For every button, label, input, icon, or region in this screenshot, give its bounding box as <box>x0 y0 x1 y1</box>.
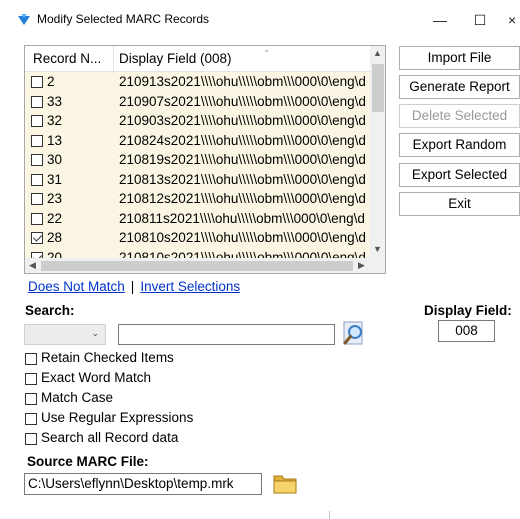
row-checkbox[interactable] <box>31 173 43 186</box>
display-field-value: 210811s2021\\\\ohu\\\\\obm\\\000\0\eng\d <box>119 210 365 226</box>
column-divider[interactable] <box>113 46 114 72</box>
option-label: Use Regular Expressions <box>41 410 194 425</box>
column-header-record[interactable]: Record N... <box>33 51 101 66</box>
list-rows: 2 210913s2021\\\\ohu\\\\\obm\\\000\0\eng\… <box>25 72 370 267</box>
dialog-body: Record N... Display Field (008) ⌄ 2 21091… <box>0 40 520 519</box>
export-selected-button[interactable]: Export Selected <box>399 163 520 187</box>
record-number: 2 <box>47 74 55 89</box>
option-checkbox[interactable] <box>25 413 37 425</box>
display-field-value: 210903s2021\\\\ohu\\\\\obm\\\000\0\eng\d <box>119 113 366 128</box>
search-input[interactable] <box>118 324 335 345</box>
folder-icon[interactable] <box>271 470 299 496</box>
marc-app-icon <box>18 14 30 25</box>
table-row[interactable]: 33 210907s2021\\\\ohu\\\\\obm\\\000\0\eng… <box>25 92 370 112</box>
row-checkbox[interactable] <box>31 115 43 127</box>
display-field-value: 210812s2021\\\\ohu\\\\\obm\\\000\0\eng\d <box>119 191 366 206</box>
table-row[interactable]: 22 210811s2021\\\\ohu\\\\\obm\\\000\0\eng… <box>25 209 370 229</box>
generate-report-button[interactable]: Generate Report <box>399 75 520 99</box>
record-number: 22 <box>47 210 63 226</box>
exit-button[interactable]: Exit <box>399 192 520 216</box>
vertical-scroll-thumb[interactable] <box>372 64 384 112</box>
row-checkbox[interactable] <box>31 193 43 205</box>
search-label: Search: <box>25 303 75 318</box>
option-label: Retain Checked Items <box>41 350 174 365</box>
scroll-up-icon[interactable]: ▲ <box>373 48 382 58</box>
horizontal-scrollbar[interactable]: ◀ ▶ <box>25 258 370 273</box>
record-number: 32 <box>47 113 63 128</box>
horizontal-scroll-thumb[interactable] <box>41 261 353 271</box>
option-label: Search all Record data <box>41 430 179 445</box>
option-checkbox[interactable] <box>25 373 37 385</box>
maximize-button[interactable]: ☐ <box>465 8 495 32</box>
row-checkbox[interactable] <box>31 95 43 108</box>
display-field-value: 210813s2021\\\\ohu\\\\\obm\\\000\0\eng\d <box>119 171 366 187</box>
record-number: 23 <box>47 191 63 206</box>
scroll-right-icon[interactable]: ▶ <box>358 260 365 271</box>
row-checkbox[interactable] <box>31 212 43 225</box>
display-field-value: 210907s2021\\\\ohu\\\\\obm\\\000\0\eng\d <box>119 93 366 109</box>
export-random-button[interactable]: Export Random <box>399 133 520 157</box>
search-field-dropdown[interactable]: ⌄ <box>24 324 106 345</box>
row-checkbox[interactable] <box>31 232 43 244</box>
table-row[interactable]: 31 210813s2021\\\\ohu\\\\\obm\\\000\0\eng… <box>25 170 370 190</box>
search-icon[interactable] <box>341 320 367 348</box>
source-file-path-input[interactable]: C:\Users\eflynn\Desktop\temp.mrk <box>24 473 262 495</box>
scroll-left-icon[interactable]: ◀ <box>29 260 36 271</box>
option-label: Match Case <box>41 390 114 405</box>
option-checkbox[interactable] <box>25 393 37 405</box>
does-not-match-link[interactable]: Does Not Match <box>28 279 125 294</box>
delete-selected-button[interactable]: Delete Selected <box>399 104 520 128</box>
table-row[interactable]: 28 210810s2021\\\\ohu\\\\\obm\\\000\0\eng… <box>25 228 370 248</box>
display-field-value: 210913s2021\\\\ohu\\\\\obm\\\000\0\eng\d <box>119 74 366 89</box>
link-separator: | <box>130 279 135 294</box>
row-checkbox[interactable] <box>31 134 43 147</box>
table-row[interactable]: 30 210819s2021\\\\ohu\\\\\obm\\\000\0\eng… <box>25 150 370 170</box>
display-field-value: 210810s2021\\\\ohu\\\\\obm\\\000\0\eng\d <box>119 230 366 245</box>
scrollbar-corner <box>370 258 385 273</box>
record-number: 31 <box>47 171 63 187</box>
sort-caret-icon: ⌄ <box>263 45 271 54</box>
record-number: 30 <box>47 152 63 167</box>
option-label: Exact Word Match <box>41 370 152 385</box>
invert-selections-link[interactable]: Invert Selections <box>140 279 240 294</box>
records-list[interactable]: Record N... Display Field (008) ⌄ 2 21091… <box>24 45 386 274</box>
import-file-button[interactable]: Import File <box>399 46 520 70</box>
source-file-label: Source MARC File: <box>27 454 149 469</box>
row-checkbox[interactable] <box>31 76 43 88</box>
window-title: Modify Selected MARC Records <box>37 12 210 26</box>
display-field-value: 210819s2021\\\\ohu\\\\\obm\\\000\0\eng\d <box>119 152 366 167</box>
record-number: 28 <box>47 230 63 245</box>
scroll-down-icon[interactable]: ▼ <box>373 244 382 254</box>
minimize-button[interactable]: — <box>425 8 455 32</box>
vertical-scrollbar[interactable]: ▲ ▼ <box>370 46 385 258</box>
column-header-display-field[interactable]: Display Field (008) <box>119 51 232 66</box>
display-field-label: Display Field: <box>424 303 512 318</box>
table-row[interactable]: 32 210903s2021\\\\ohu\\\\\obm\\\000\0\eng… <box>25 111 370 131</box>
list-header: Record N... Display Field (008) ⌄ <box>25 46 370 72</box>
record-number: 13 <box>47 132 63 148</box>
display-field-input[interactable]: 008 <box>438 320 495 342</box>
record-number: 33 <box>47 93 63 109</box>
table-row[interactable]: 2 210913s2021\\\\ohu\\\\\obm\\\000\0\eng\… <box>25 72 370 92</box>
close-button[interactable]: × <box>508 8 520 32</box>
row-checkbox[interactable] <box>31 154 43 166</box>
option-checkbox[interactable] <box>25 353 37 365</box>
chevron-down-icon[interactable]: ⌄ <box>91 328 99 339</box>
selection-links: Does Not Match | Invert Selections <box>28 279 240 294</box>
option-checkbox[interactable] <box>25 433 37 445</box>
table-row[interactable]: 13 210824s2021\\\\ohu\\\\\obm\\\000\0\eng… <box>25 131 370 151</box>
table-row[interactable]: 23 210812s2021\\\\ohu\\\\\obm\\\000\0\eng… <box>25 189 370 209</box>
display-field-value: 210824s2021\\\\ohu\\\\\obm\\\000\0\eng\d <box>119 132 366 148</box>
divider <box>329 511 330 519</box>
title-bar: Modify Selected MARC Records — ☐ × <box>0 0 520 40</box>
